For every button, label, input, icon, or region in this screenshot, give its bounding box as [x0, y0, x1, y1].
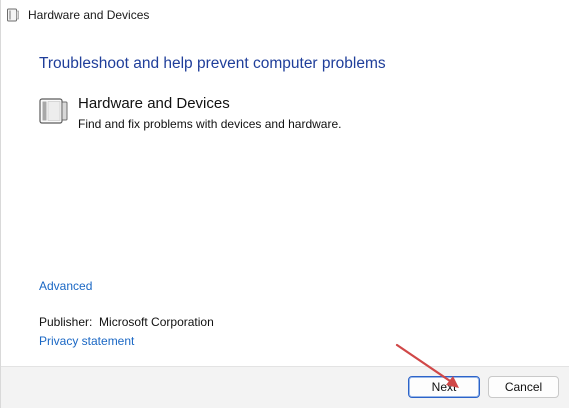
- hardware-devices-icon: [39, 98, 68, 124]
- publisher-line: Publisher: Microsoft Corporation: [39, 315, 214, 329]
- page-heading: Troubleshoot and help prevent computer p…: [39, 55, 386, 72]
- troubleshooter-window: Hardware and Devices Troubleshoot and he…: [0, 0, 569, 408]
- advanced-link[interactable]: Advanced: [39, 279, 92, 293]
- item-description: Find and fix problems with devices and h…: [78, 117, 342, 131]
- cancel-button[interactable]: Cancel: [488, 376, 559, 398]
- footer-bar: [1, 366, 569, 408]
- item-title[interactable]: Hardware and Devices: [78, 95, 230, 112]
- privacy-statement-link[interactable]: Privacy statement: [39, 334, 134, 348]
- publisher-label: Publisher:: [39, 315, 93, 329]
- title-bar: Hardware and Devices: [1, 0, 569, 30]
- troubleshooter-icon: [7, 8, 19, 22]
- publisher-value: Microsoft Corporation: [99, 315, 214, 329]
- window-title: Hardware and Devices: [28, 8, 150, 22]
- next-button[interactable]: Next: [408, 376, 480, 398]
